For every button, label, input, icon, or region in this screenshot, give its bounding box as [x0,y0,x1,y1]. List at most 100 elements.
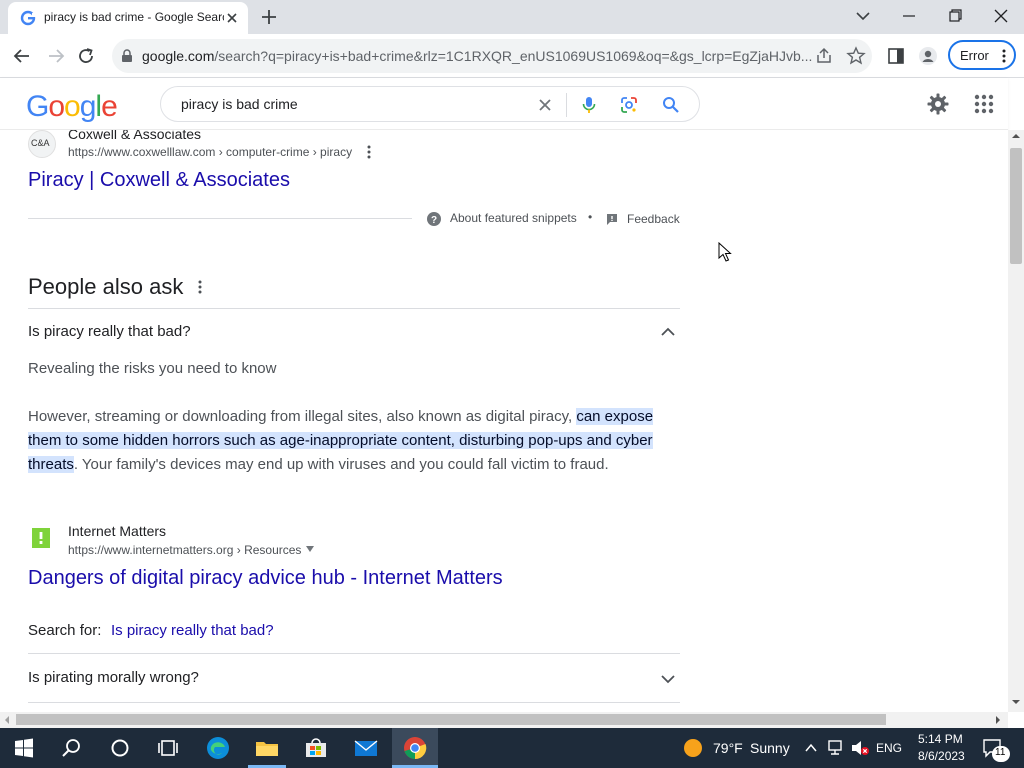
clock-time[interactable]: 5:14 PM [918,732,963,746]
language-indicator[interactable]: ENG [876,741,902,755]
scroll-up-arrow-icon[interactable] [1011,132,1021,140]
minimize-icon[interactable] [894,4,924,28]
answer-paragraph: However, streaming or downloading from i… [28,405,680,477]
side-panel-icon[interactable] [886,46,906,66]
search-input[interactable]: piracy is bad crime [181,96,298,112]
weather-temp[interactable]: 79°F [713,740,743,756]
network-icon[interactable] [826,739,844,757]
source-site-name[interactable]: Internet Matters [68,523,166,539]
volume-muted-icon[interactable] [850,739,870,757]
internet-matters-favicon-icon [32,528,50,548]
weather-sun-icon[interactable] [683,738,703,758]
feedback-link[interactable]: Feedback [627,212,680,226]
share-icon[interactable] [814,46,834,66]
url-path: /search?q=piracy+is+bad+crime&rlz=1C1RXQ… [214,48,813,64]
snippet-divider [28,218,412,219]
vertical-scroll-thumb[interactable] [1010,148,1022,264]
logo-letter: o [48,90,65,123]
tab-close-icon[interactable] [224,10,240,26]
scroll-left-arrow-icon[interactable] [3,715,11,725]
result-title-link[interactable]: Piracy | Coxwell & Associates [28,169,290,192]
chevron-down-icon [661,675,675,684]
notification-count: 11 [995,747,1006,758]
footer-dot-separator: • [588,210,593,224]
back-arrow-icon[interactable] [12,46,32,66]
restore-icon[interactable] [940,4,970,28]
bookmark-star-icon[interactable] [846,46,866,66]
feedback-icon [607,214,617,225]
svg-text:?: ? [431,215,437,226]
chrome-icon[interactable] [401,734,429,762]
paa-divider-3 [28,702,680,703]
about-featured-snippets-link[interactable]: About featured snippets [450,211,577,225]
google-logo[interactable]: Google [26,90,118,124]
logo-letter: o [64,90,81,123]
notification-count-badge: 11 [992,746,1010,762]
result-breadcrumb[interactable]: https://www.coxwelllaw.com › computer-cr… [68,145,352,159]
paa-question-2: Is pirating morally wrong? [28,669,199,686]
close-window-icon[interactable] [986,4,1016,28]
logo-letter: g [79,90,97,123]
address-bar[interactable]: google.com/search?q=piracy+is+bad+crime&… [112,39,872,73]
task-view-icon[interactable] [154,734,182,762]
microsoft-store-icon[interactable] [302,734,330,762]
google-header: Google piracy is bad crime [0,78,1008,130]
settings-gear-icon[interactable] [926,92,950,116]
site-favicon-coxwell: C&A [28,130,56,158]
voice-search-icon[interactable] [579,95,599,115]
windows-start-icon[interactable] [10,734,38,762]
browser-toolbar: google.com/search?q=piracy+is+bad+crime&… [0,34,1024,78]
answer-text-before: However, streaming or downloading from i… [28,408,577,425]
tab-title: piracy is bad crime - Google Search [44,10,224,24]
source-breadcrumb[interactable]: https://www.internetmatters.org › Resour… [68,543,301,557]
error-label: Error [960,48,989,63]
url-text[interactable]: google.com/search?q=piracy+is+bad+crime&… [142,48,822,64]
browser-tab[interactable]: piracy is bad crime - Google Search [8,2,248,34]
tab-strip: piracy is bad crime - Google Search [0,0,1024,34]
cortana-icon[interactable] [106,734,134,762]
error-button[interactable]: Error [948,40,1016,70]
search-icon[interactable] [661,95,681,115]
result-more-vert-icon[interactable] [364,144,374,160]
paa-more-vert-icon[interactable] [195,279,205,295]
paa-heading: People also ask [28,274,184,299]
clear-search-icon[interactable] [535,95,555,115]
google-favicon-icon [20,10,36,26]
more-vert-icon[interactable] [998,48,1010,64]
forward-arrow-icon[interactable] [46,46,66,66]
search-bar[interactable]: piracy is bad crime [160,86,700,122]
chevron-up-icon [661,327,675,336]
source-title-link[interactable]: Dangers of digital piracy advice hub - I… [28,567,503,590]
scroll-down-arrow-icon[interactable] [1011,698,1021,706]
weather-desc[interactable]: Sunny [750,740,790,756]
new-tab-icon[interactable] [260,8,278,26]
lock-icon[interactable] [120,49,134,63]
paa-question-1: Is piracy really that bad? [28,323,191,340]
help-circle-icon: ? [427,212,441,226]
clock-date[interactable]: 8/6/2023 [918,749,965,763]
result-site-name[interactable]: Coxwell & Associates [68,130,201,142]
answer-text-after: . Your family's devices may end up with … [73,456,609,473]
tray-chevron-up-icon[interactable] [804,742,818,754]
edge-browser-icon[interactable] [204,734,232,762]
reload-icon[interactable] [76,46,96,66]
tab-search-chevron-icon[interactable] [848,4,878,28]
search-divider [566,93,567,117]
apps-grid-icon[interactable] [972,92,996,116]
scroll-right-arrow-icon[interactable] [994,715,1002,725]
paa-question-row-2[interactable]: Is pirating morally wrong? [28,654,680,702]
search-taskbar-icon[interactable] [58,734,86,762]
profile-avatar-icon[interactable] [918,46,938,66]
horizontal-scroll-thumb[interactable] [16,714,886,725]
windows-taskbar: 79°F Sunny ENG 5:14 PM 8/6/2023 11 [0,728,1024,768]
search-for-link[interactable]: Is piracy really that bad? [111,622,274,639]
file-explorer-icon[interactable] [253,734,281,762]
logo-letter: G [26,90,49,123]
paa-question-row-1[interactable]: Is piracy really that bad? [28,309,680,357]
logo-letter: e [101,90,118,123]
search-for-label: Search for: [28,622,102,639]
mail-icon[interactable] [352,734,380,762]
caret-down-icon[interactable] [305,546,315,552]
mouse-cursor-icon [718,242,732,262]
lens-search-icon[interactable] [619,95,639,115]
